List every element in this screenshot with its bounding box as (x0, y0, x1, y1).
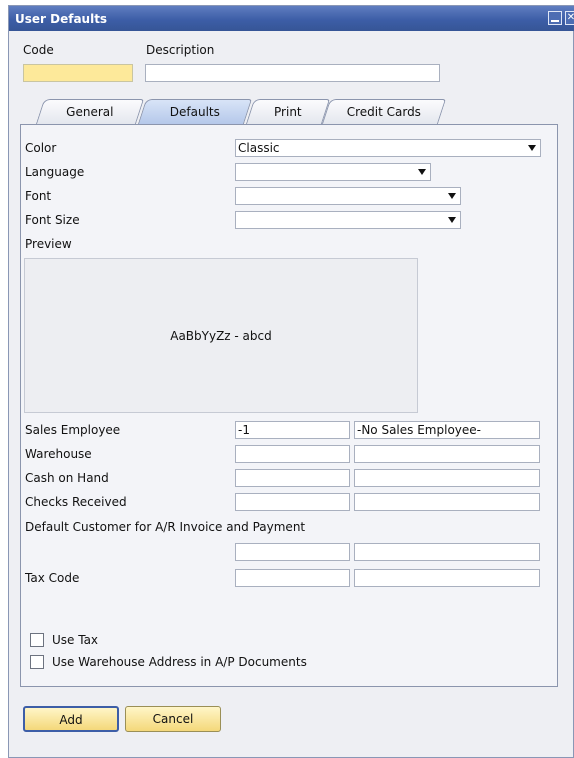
cash-on-hand-label: Cash on Hand (25, 471, 109, 485)
add-button[interactable]: Add (23, 706, 119, 732)
font-preview-box: AaBbYyZz - abcd (24, 258, 418, 413)
color-select[interactable]: Classic (235, 139, 541, 157)
tab-general[interactable]: General (35, 99, 145, 124)
description-label: Description (146, 43, 215, 57)
chevron-down-icon (448, 193, 456, 199)
color-label: Color (25, 141, 57, 155)
tab-print-label: Print (274, 105, 302, 119)
tab-defaults-label: Defaults (169, 105, 220, 119)
chevron-down-icon (448, 217, 456, 223)
chevron-down-icon (528, 145, 536, 151)
color-value: Classic (238, 141, 280, 155)
sales-employee-label: Sales Employee (25, 423, 121, 437)
sales-employee-code-field[interactable]: -1 (235, 421, 350, 439)
close-icon[interactable]: ✕ (565, 11, 574, 25)
language-label: Language (25, 165, 85, 179)
tab-general-label: General (66, 105, 114, 119)
preview-label: Preview (25, 237, 72, 251)
use-warehouse-address-label: Use Warehouse Address in A/P Documents (52, 655, 307, 669)
font-label: Font (25, 189, 52, 203)
code-field[interactable] (23, 64, 133, 82)
minimize-icon[interactable] (548, 11, 562, 25)
warehouse-code-field[interactable] (235, 445, 350, 463)
use-warehouse-address-checkbox[interactable] (30, 655, 44, 669)
default-customer-name-field[interactable] (354, 543, 540, 561)
use-tax-label: Use Tax (52, 633, 99, 647)
default-customer-label: Default Customer for A/R Invoice and Pay… (25, 520, 306, 534)
tab-credit-cards-label: Credit Cards (346, 105, 421, 119)
tab-credit-cards[interactable]: Credit Cards (321, 99, 447, 124)
warehouse-name-field[interactable] (354, 445, 540, 463)
tab-print[interactable]: Print (245, 99, 331, 124)
use-tax-checkbox[interactable] (30, 633, 44, 647)
cash-on-hand-code-field[interactable] (235, 469, 350, 487)
sales-employee-name-field[interactable]: -No Sales Employee- (354, 421, 540, 439)
tax-code-name-field[interactable] (354, 569, 540, 587)
language-select[interactable] (235, 163, 431, 181)
default-customer-code-field[interactable] (235, 543, 350, 561)
cash-on-hand-name-field[interactable] (354, 469, 540, 487)
checks-received-code-field[interactable] (235, 493, 350, 511)
chevron-down-icon (418, 169, 426, 175)
tax-code-field[interactable] (235, 569, 350, 587)
font-size-select[interactable] (235, 211, 461, 229)
font-size-label: Font Size (25, 213, 80, 227)
checks-received-name-field[interactable] (354, 493, 540, 511)
preview-sample-text: AaBbYyZz - abcd (170, 329, 272, 343)
description-field[interactable] (145, 64, 440, 82)
code-label: Code (23, 43, 54, 57)
checks-received-label: Checks Received (25, 495, 127, 509)
warehouse-label: Warehouse (25, 447, 92, 461)
title-bar[interactable]: User Defaults ✕ (9, 6, 574, 31)
tax-code-label: Tax Code (25, 571, 80, 585)
window-title: User Defaults (15, 12, 108, 26)
font-select[interactable] (235, 187, 461, 205)
tab-defaults[interactable]: Defaults (137, 99, 253, 124)
cancel-button[interactable]: Cancel (125, 706, 221, 732)
